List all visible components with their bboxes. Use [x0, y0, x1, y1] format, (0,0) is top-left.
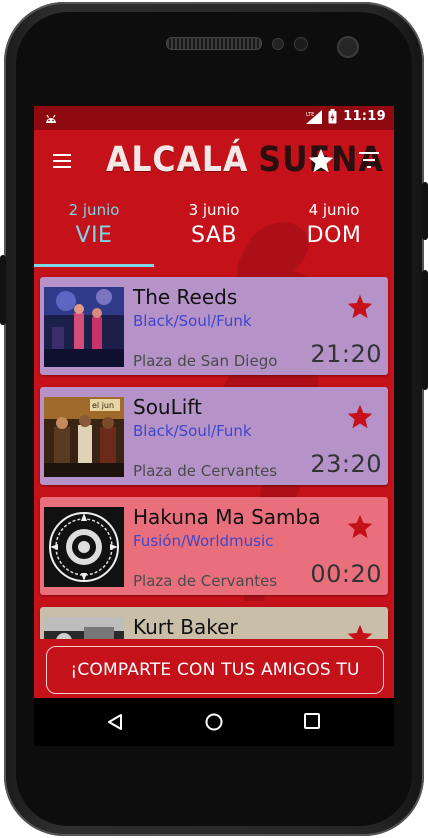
event-time: 00:20: [310, 560, 382, 588]
logo-word-alcala: ALCALÁ: [106, 140, 249, 180]
favorite-star-icon[interactable]: [346, 403, 374, 431]
filter-icon[interactable]: [359, 152, 379, 168]
system-nav-bar: [34, 698, 394, 746]
event-name: Kurt Baker: [133, 615, 238, 639]
back-icon[interactable]: [106, 713, 124, 731]
event-name: Hakuna Ma Samba: [133, 505, 321, 529]
event-genre: Fusión/Worldmusic: [133, 532, 274, 550]
app-toolbar: ALCALÁSUENA: [34, 130, 394, 192]
svg-text:el jun: el jun: [92, 401, 114, 410]
tab-vie[interactable]: 2 junio VIE: [34, 192, 154, 268]
clock: 11:19: [343, 109, 386, 124]
hamburger-menu-icon[interactable]: [53, 154, 71, 168]
recent-apps-icon[interactable]: [304, 713, 320, 729]
front-camera: [337, 36, 359, 58]
event-card[interactable]: el jun SouLift Black/Soul/Funk Plaza de …: [40, 387, 388, 485]
app-logo: ALCALÁSUENA: [106, 140, 384, 180]
event-time: 23:20: [310, 450, 382, 478]
event-venue: Plaza de Cervantes: [133, 462, 278, 480]
event-name: SouLift: [133, 395, 202, 419]
volume-button: [0, 255, 6, 325]
app-screen: LTE 11:19 ALCALÁSUENA: [34, 106, 394, 746]
tab-date: 2 junio: [68, 201, 120, 219]
android-notification-icon: [46, 114, 56, 123]
tab-date: 3 junio: [188, 201, 240, 219]
power-button: [422, 182, 428, 240]
day-tabs: 2 junio VIE 3 junio SAB 4 junio DOM: [34, 192, 394, 268]
tab-day: SAB: [190, 223, 237, 248]
favorite-star-icon[interactable]: [346, 513, 374, 541]
event-genre: Black/Soul/Funk: [133, 422, 252, 440]
event-name: The Reeds: [133, 285, 238, 309]
favorite-star-icon[interactable]: [346, 293, 374, 321]
event-venue: Plaza de San Diego: [133, 352, 278, 370]
selected-tab-indicator: [34, 264, 154, 267]
side-rocker: [422, 270, 428, 390]
svg-text:LTE: LTE: [306, 112, 314, 118]
event-card[interactable]: The Reeds Black/Soul/Funk Plaza de San D…: [40, 277, 388, 375]
event-time: 21:20: [310, 340, 382, 368]
event-photo: [44, 287, 124, 367]
event-card[interactable]: Hakuna Ma Samba Fusión/Worldmusic Plaza …: [40, 497, 388, 595]
event-photo: el jun: [44, 397, 124, 477]
event-venue: Plaza de Cervantes: [133, 572, 278, 590]
proximity-sensor: [272, 38, 284, 50]
signal-lte-icon: LTE: [306, 109, 323, 124]
battery-charging-icon: [328, 109, 337, 124]
home-icon[interactable]: [205, 713, 223, 731]
light-sensor: [294, 37, 308, 51]
share-list-button[interactable]: ¡COMPARTE CON TUS AMIGOS TU LISTA!: [46, 646, 384, 726]
favorites-star-icon[interactable]: [306, 147, 336, 175]
tab-dom[interactable]: 4 junio DOM: [274, 192, 394, 268]
tab-date: 4 junio: [308, 201, 360, 219]
tab-sab[interactable]: 3 junio SAB: [154, 192, 274, 268]
tab-day: VIE: [75, 223, 113, 248]
tab-day: DOM: [306, 223, 362, 248]
earpiece-speaker: [166, 37, 262, 50]
event-genre: Black/Soul/Funk: [133, 312, 252, 330]
event-photo: [44, 507, 124, 587]
status-bar: LTE 11:19: [34, 106, 394, 130]
